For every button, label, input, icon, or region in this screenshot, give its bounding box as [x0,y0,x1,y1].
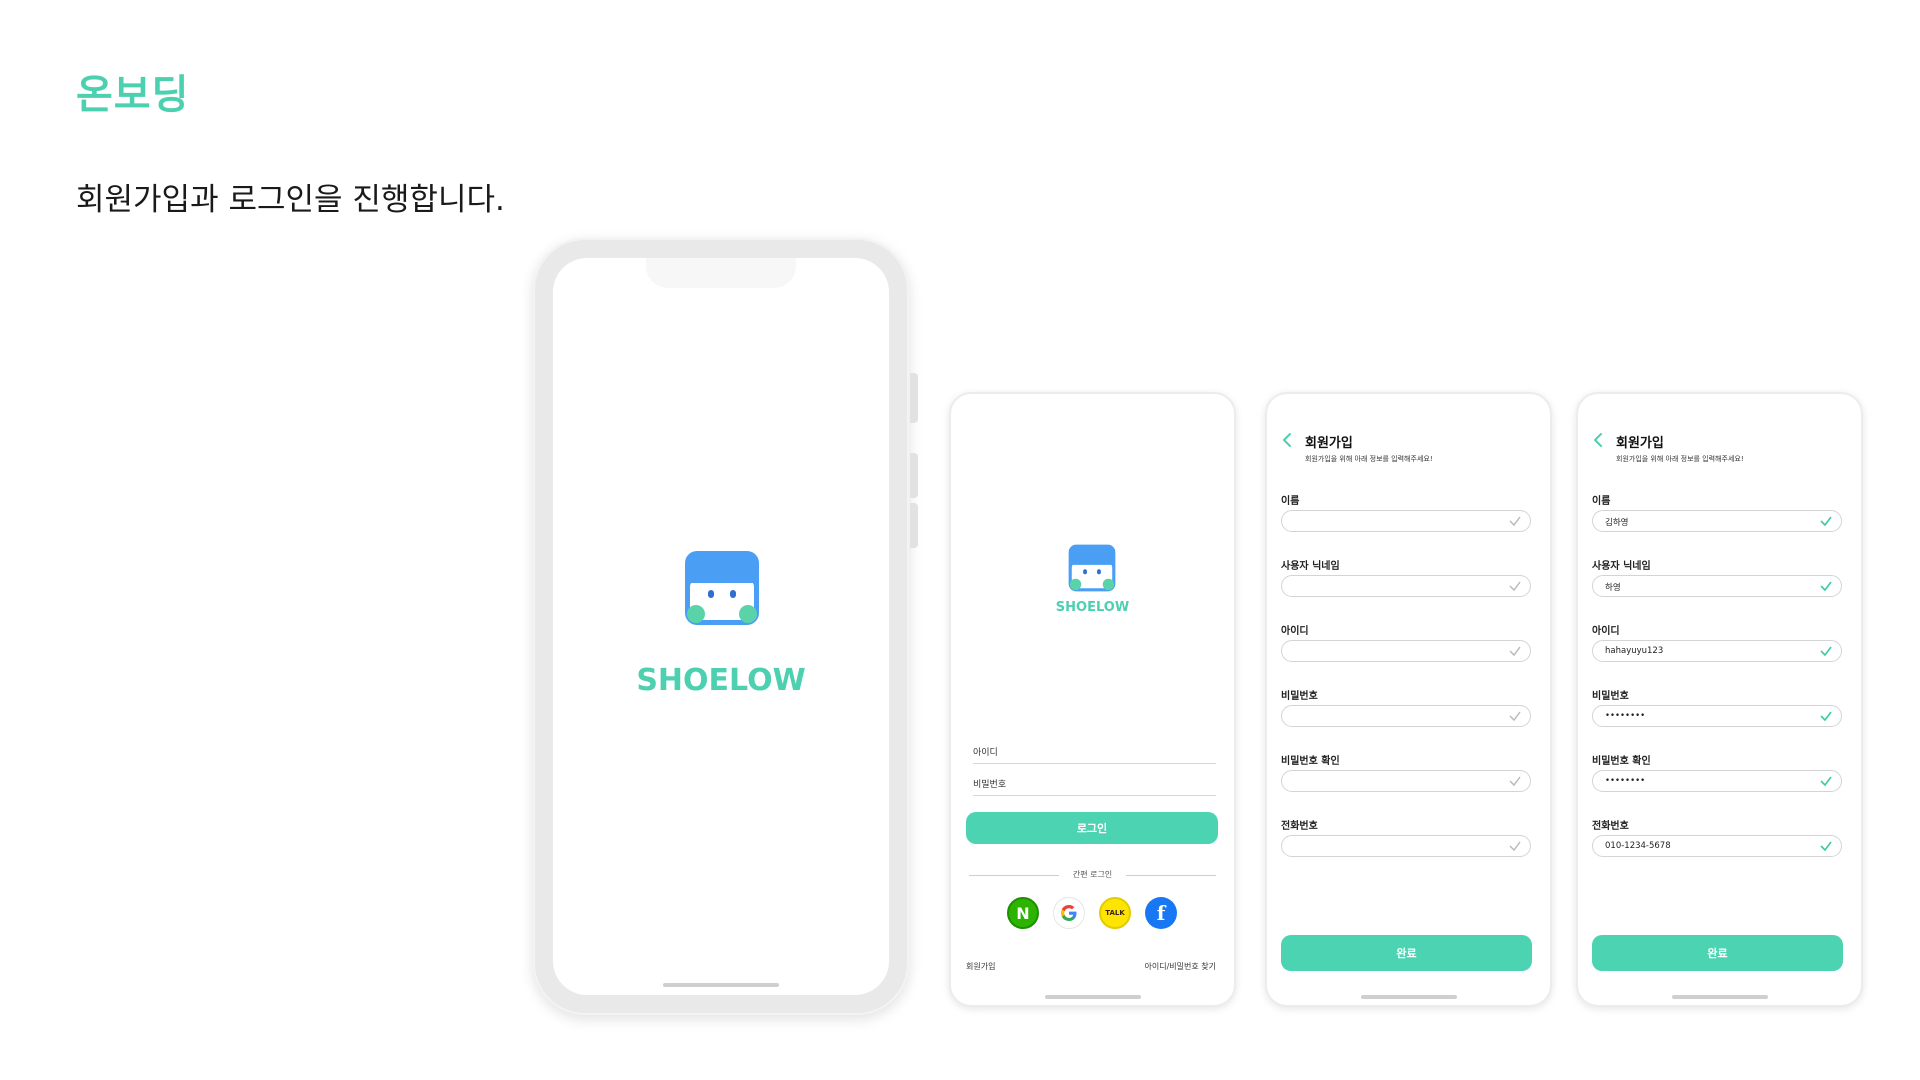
check-icon [1820,646,1832,657]
signup-link[interactable]: 회원가입 [966,961,995,972]
signup-title: 회원가입 [1616,436,1664,451]
phone-notch [646,258,796,288]
splash-screen: SHOELOW [553,258,889,995]
back-arrow-icon[interactable] [1591,432,1605,448]
phone-volume-up-button [910,453,918,498]
shoelow-logo-icon [1068,544,1116,592]
password-confirm-input[interactable]: •••••••• [1592,770,1842,792]
name-label: 이름 [1592,496,1611,507]
kakao-login-button[interactable]: TALK [1099,897,1131,929]
name-label: 이름 [1281,496,1300,507]
phone-side-button [910,373,918,423]
password-confirm-label: 비밀번호 확인 [1281,756,1340,767]
check-icon [1509,841,1521,852]
signup-title: 회원가입 [1305,436,1353,451]
password-label: 비밀번호 [1592,691,1629,702]
signup-screen-empty: 회원가입 회원가입을 위해 아래 정보를 입력해주세요! 이름 사용자 닉네임 … [1265,392,1552,1007]
splash-phone-mockup: SHOELOW [533,238,918,1015]
nickname-value: 하영 [1605,583,1621,593]
nickname-input[interactable] [1281,575,1531,597]
phone-label: 전화번호 [1592,821,1629,832]
phone-input[interactable]: 010-1234-5678 [1592,835,1842,857]
check-icon [1509,516,1521,527]
name-input[interactable] [1281,510,1531,532]
nickname-input[interactable]: 하영 [1592,575,1842,597]
userid-input[interactable]: hahayuyu123 [1592,640,1842,662]
name-value: 김하영 [1605,518,1629,528]
id-input-placeholder: 아이디 [973,748,998,758]
google-login-button[interactable] [1053,897,1085,929]
password-confirm-value: •••••••• [1605,776,1646,786]
password-value: •••••••• [1605,711,1646,721]
naver-icon: N [1016,903,1030,923]
phone-input[interactable] [1281,835,1531,857]
userid-input[interactable] [1281,640,1531,662]
home-indicator [663,983,779,987]
home-indicator [1044,995,1141,999]
userid-label: 아이디 [1281,626,1309,637]
google-icon [1061,905,1077,921]
login-screen: SHOELOW 아이디 비밀번호 로그인 간편 로그인 N TALK f 회원가… [949,392,1236,1007]
check-icon [1509,646,1521,657]
naver-login-button[interactable]: N [1007,897,1039,929]
check-icon [1820,516,1832,527]
page-title: 온보딩 [76,72,190,118]
signup-subtitle: 회원가입을 위해 아래 정보를 입력해주세요! [1616,455,1744,463]
splash-brand-name: SHOELOW [636,663,806,698]
signup-screen-filled: 회원가입 회원가입을 위해 아래 정보를 입력해주세요! 이름 김하영 사용자 … [1576,392,1863,1007]
kakaotalk-icon: TALK [1105,909,1125,917]
check-icon [1820,711,1832,722]
id-input[interactable]: 아이디 [973,745,1216,764]
facebook-icon: f [1156,901,1166,925]
password-input[interactable] [1281,705,1531,727]
userid-value: hahayuyu123 [1605,646,1664,656]
home-indicator [1671,995,1768,999]
nickname-label: 사용자 닉네임 [1592,561,1651,572]
password-confirm-input[interactable] [1281,770,1531,792]
name-input[interactable]: 김하영 [1592,510,1842,532]
password-input[interactable]: •••••••• [1592,705,1842,727]
check-icon [1820,841,1832,852]
page-description: 회원가입과 로그인을 진행합니다. [76,182,505,218]
password-confirm-label: 비밀번호 확인 [1592,756,1651,767]
social-login-row: N TALK f [1007,897,1177,931]
shoelow-logo-icon [685,551,759,625]
check-icon [1820,776,1832,787]
back-arrow-icon[interactable] [1280,432,1294,448]
check-icon [1509,581,1521,592]
check-icon [1509,711,1521,722]
phone-label: 전화번호 [1281,821,1318,832]
nickname-label: 사용자 닉네임 [1281,561,1340,572]
facebook-login-button[interactable]: f [1145,897,1177,929]
phone-value: 010-1234-5678 [1605,841,1671,851]
password-input-placeholder: 비밀번호 [973,780,1007,790]
find-account-link[interactable]: 아이디/비밀번호 찾기 [1145,961,1216,972]
check-icon [1820,581,1832,592]
easy-login-divider: 간편 로그인 [969,869,1216,881]
phone-volume-down-button [910,503,918,548]
login-button[interactable]: 로그인 [966,812,1218,844]
done-button[interactable]: 완료 [1281,935,1532,971]
home-indicator [1360,995,1457,999]
done-button[interactable]: 완료 [1592,935,1843,971]
userid-label: 아이디 [1592,626,1620,637]
signup-subtitle: 회원가입을 위해 아래 정보를 입력해주세요! [1305,455,1433,463]
check-icon [1509,776,1521,787]
divider-line [1126,875,1216,876]
password-input[interactable]: 비밀번호 [973,777,1216,796]
password-label: 비밀번호 [1281,691,1318,702]
login-brand-name: SHOELOW [1055,600,1130,615]
